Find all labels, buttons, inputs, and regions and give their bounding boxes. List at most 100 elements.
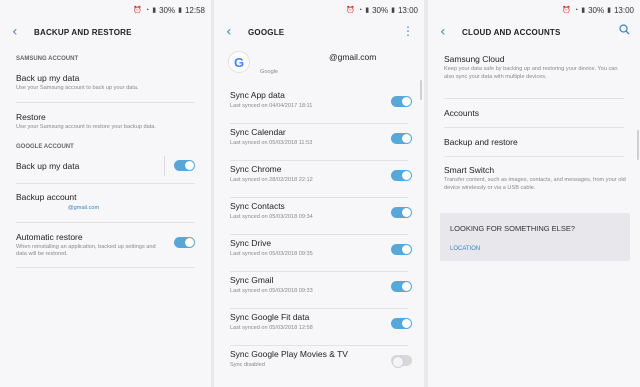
sync-item-row[interactable]: Sync Contacts Last synced on 05/03/2018 0… bbox=[214, 201, 424, 235]
backup-account-row[interactable]: Backup account @gmail.com bbox=[0, 192, 211, 213]
status-bar: ⏰ ◔ ▮ 30% ▮ 12:58 bbox=[0, 0, 211, 20]
accounts-title: Accounts bbox=[444, 108, 479, 118]
divider bbox=[230, 123, 408, 124]
app-bar: ‹ CLOUD AND ACCOUNTS bbox=[428, 20, 640, 44]
sync-toggle[interactable] bbox=[391, 281, 412, 292]
auto-restore-row[interactable]: Automatic restore When reinstalling an a… bbox=[0, 232, 211, 259]
divider bbox=[444, 98, 624, 99]
sync-item-row[interactable]: Sync Calendar Last synced on 05/03/2018 1… bbox=[214, 127, 424, 161]
samsung-cloud-desc: Keep your data safe by backing up and re… bbox=[444, 66, 618, 80]
samsung-restore-row[interactable]: Restore Use your Samsung account to rest… bbox=[0, 112, 211, 132]
back-arrow-icon[interactable]: ‹ bbox=[226, 25, 244, 39]
sync-item-row[interactable]: Sync Google Play Movies & TV Sync disable… bbox=[214, 349, 424, 383]
back-arrow-icon[interactable]: ‹ bbox=[12, 25, 30, 39]
divider bbox=[444, 156, 624, 157]
sync-toggle[interactable] bbox=[391, 133, 412, 144]
smart-switch-desc: Transfer content, such as images, contac… bbox=[444, 177, 626, 191]
accounts-row[interactable]: Accounts bbox=[444, 108, 626, 118]
status-time: 13:00 bbox=[397, 5, 418, 15]
backup-account-title: Backup account bbox=[16, 192, 77, 202]
smart-switch-row[interactable]: Smart Switch Transfer content, such as i… bbox=[444, 165, 626, 192]
battery-percent: 30% bbox=[372, 5, 389, 15]
battery-percent: 30% bbox=[159, 5, 176, 15]
battery-icon: ▮ bbox=[607, 7, 611, 14]
alarm-icon: ⏰ bbox=[562, 7, 571, 14]
samsung-backup-desc: Use your Samsung account to back up your… bbox=[16, 85, 139, 91]
google-logo-icon: G bbox=[228, 51, 250, 73]
sync-toggle[interactable] bbox=[391, 244, 412, 255]
sync-toggle[interactable] bbox=[391, 355, 412, 368]
sync-toggle[interactable] bbox=[391, 318, 412, 329]
wifi-icon: ◔ bbox=[145, 6, 150, 14]
card-heading: LOOKING FOR SOMETHING ELSE? bbox=[450, 224, 576, 233]
back-arrow-icon[interactable]: ‹ bbox=[440, 25, 458, 39]
google-account-screen: ⏰ ◔ ▮ 30% ▮ 13:00 ‹ GOOGLE ⋮ G @gmail.co… bbox=[214, 0, 424, 387]
cloud-accounts-screen: ⏰ ◔ ▮ 30% ▮ 13:00 ‹ CLOUD AND ACCOUNTS S… bbox=[428, 0, 640, 387]
app-bar: ‹ BACKUP AND RESTORE bbox=[0, 20, 211, 44]
divider bbox=[230, 197, 408, 198]
scrollbar[interactable] bbox=[637, 130, 639, 160]
signal-icon: ▮ bbox=[365, 7, 370, 14]
backup-and-restore-row[interactable]: Backup and restore bbox=[444, 137, 626, 147]
auto-restore-title: Automatic restore bbox=[16, 231, 83, 242]
backup-restore-screen: ⏰ ◔ ▮ 30% ▮ 12:58 ‹ BACKUP AND RESTORE S… bbox=[0, 0, 211, 387]
divider bbox=[444, 127, 624, 128]
samsung-backup-row[interactable]: Back up my data Use your Samsung account… bbox=[0, 73, 211, 93]
battery-percent: 30% bbox=[588, 5, 605, 15]
sync-item-row[interactable]: Sync Chrome Last synced on 28/02/2018 22:… bbox=[214, 164, 424, 198]
samsung-restore-desc: Use your Samsung account to restore your… bbox=[16, 123, 156, 130]
wifi-icon: ◔ bbox=[358, 6, 363, 14]
divider bbox=[230, 160, 408, 161]
page-title: GOOGLE bbox=[248, 27, 285, 37]
status-time: 13:00 bbox=[613, 5, 634, 15]
location-link[interactable]: LOCATION bbox=[450, 246, 620, 252]
sync-item-row[interactable]: Sync Drive Last synced on 05/03/2018 09:3… bbox=[214, 238, 424, 272]
backup-account-value: @gmail.com bbox=[68, 205, 100, 211]
signal-icon: ▮ bbox=[152, 7, 157, 14]
samsung-backup-title: Back up my data bbox=[16, 73, 80, 83]
auto-restore-desc: When reinstalling an application, backed… bbox=[16, 243, 156, 258]
sync-item-row[interactable]: Sync Google Fit data Last synced on 05/03… bbox=[214, 312, 424, 346]
status-bar: ⏰ ◔ ▮ 30% ▮ 13:00 bbox=[428, 0, 640, 20]
app-bar: ‹ GOOGLE ⋮ bbox=[214, 20, 424, 44]
divider bbox=[230, 271, 408, 272]
sync-item-row[interactable]: Sync Gmail Last synced on 05/03/2018 09:3… bbox=[214, 275, 424, 309]
sync-toggle[interactable] bbox=[391, 96, 412, 107]
status-bar: ⏰ ◔ ▮ 30% ▮ 13:00 bbox=[214, 0, 424, 20]
divider bbox=[16, 183, 195, 184]
samsung-cloud-row[interactable]: Samsung Cloud Keep your data safe by bac… bbox=[444, 54, 626, 81]
google-backup-row[interactable]: Back up my data bbox=[0, 156, 211, 181]
more-options-icon[interactable]: ⋮ bbox=[402, 24, 414, 38]
backup-and-restore-title: Backup and restore bbox=[444, 137, 518, 147]
samsung-cloud-title: Samsung Cloud bbox=[444, 54, 505, 64]
divider bbox=[230, 345, 408, 346]
account-type-label: Google bbox=[260, 69, 279, 75]
google-account-header: G @gmail.com Google bbox=[214, 44, 424, 80]
samsung-restore-title: Restore bbox=[16, 111, 46, 122]
battery-icon: ▮ bbox=[391, 7, 395, 14]
page-title: CLOUD AND ACCOUNTS bbox=[462, 27, 561, 37]
auto-restore-toggle[interactable] bbox=[174, 236, 195, 248]
sync-toggle[interactable] bbox=[391, 170, 412, 181]
divider bbox=[16, 266, 195, 268]
scrollbar[interactable] bbox=[420, 80, 422, 100]
divider bbox=[230, 234, 408, 235]
signal-icon: ▮ bbox=[581, 7, 586, 14]
alarm-icon: ⏰ bbox=[133, 7, 142, 14]
sync-item-row[interactable]: Sync App data Last synced on 04/04/2017 1… bbox=[214, 90, 424, 124]
google-backup-title: Back up my data bbox=[16, 161, 80, 171]
status-time: 12:58 bbox=[184, 5, 205, 15]
looking-for-something-else-card: LOOKING FOR SOMETHING ELSE? LOCATION bbox=[440, 213, 630, 261]
section-header-samsung: SAMSUNG ACCOUNT bbox=[16, 56, 79, 62]
google-backup-toggle[interactable] bbox=[174, 160, 195, 171]
alarm-icon: ⏰ bbox=[346, 7, 355, 14]
battery-icon: ▮ bbox=[178, 7, 182, 14]
account-email: @gmail.com bbox=[329, 52, 377, 62]
smart-switch-title: Smart Switch bbox=[444, 165, 495, 175]
divider bbox=[16, 101, 195, 103]
search-icon[interactable] bbox=[619, 24, 630, 38]
divider bbox=[230, 308, 408, 309]
page-title: BACKUP AND RESTORE bbox=[34, 27, 132, 37]
divider bbox=[16, 221, 195, 223]
sync-toggle[interactable] bbox=[391, 207, 412, 218]
